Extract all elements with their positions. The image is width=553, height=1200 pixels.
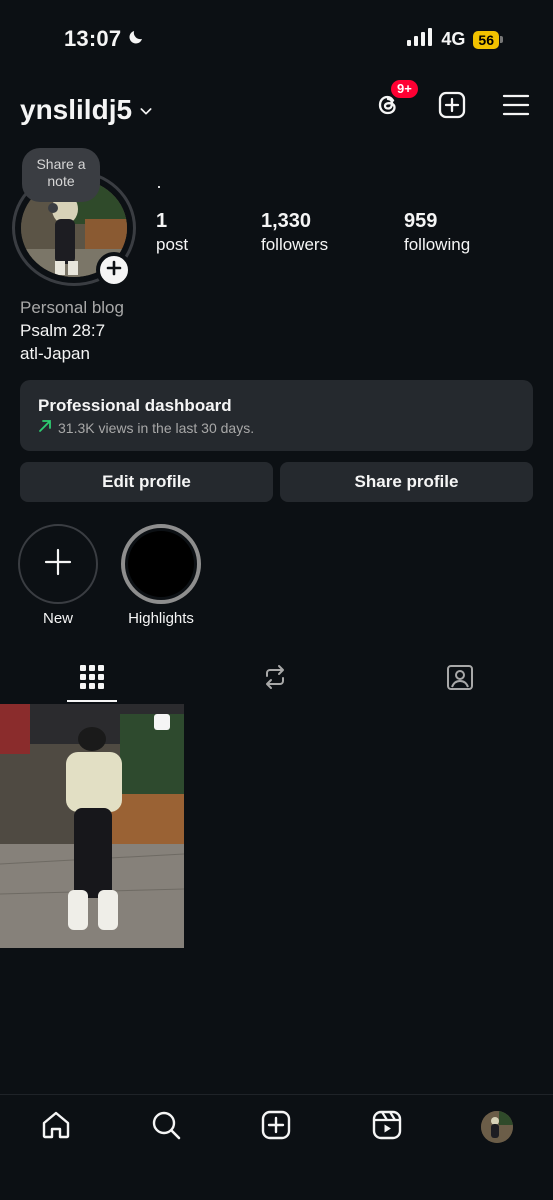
- nav-create[interactable]: [259, 1110, 293, 1144]
- bio-line: Psalm 28:7: [20, 321, 106, 340]
- status-time-text: 13:07: [64, 26, 122, 51]
- dashboard-subtitle: 31.3K views in the last 30 days.: [58, 419, 255, 436]
- grid-icon: [79, 664, 105, 695]
- username: ynslildj5: [20, 94, 133, 125]
- network-label: 4G: [441, 29, 466, 49]
- stat-posts[interactable]: 1 post: [156, 210, 188, 255]
- tab-grid[interactable]: [67, 658, 117, 700]
- battery-level: 56: [473, 30, 499, 49]
- highlight-item[interactable]: Highlights: [121, 524, 201, 627]
- nav-avatar: [481, 1111, 513, 1143]
- multi-post-icon: [154, 714, 170, 730]
- trend-up-icon: [38, 419, 52, 436]
- plus-icon: [106, 260, 122, 281]
- create-button[interactable]: [437, 91, 467, 124]
- highlight-new[interactable]: New: [18, 524, 98, 627]
- note-label: Share a note: [36, 156, 86, 189]
- username-switcher[interactable]: ynslildj5: [20, 94, 154, 126]
- home-icon: [40, 1109, 72, 1146]
- threads-badge: 9+: [391, 80, 418, 98]
- repost-icon: [262, 664, 288, 695]
- stat-following-label: following: [404, 235, 471, 254]
- nav-reels[interactable]: [370, 1110, 404, 1144]
- stat-following[interactable]: 959 following: [404, 210, 470, 255]
- nav-profile[interactable]: [480, 1110, 514, 1144]
- status-right: 4G 56: [407, 28, 503, 51]
- chevron-down-icon: [138, 94, 154, 126]
- tagged-person-icon: [446, 663, 474, 696]
- header-actions: 9+: [373, 80, 531, 124]
- share-note-bubble[interactable]: Share a note: [22, 148, 100, 202]
- nav-search[interactable]: [149, 1110, 183, 1144]
- tab-tagged[interactable]: [435, 658, 485, 700]
- moon-icon: [127, 26, 145, 52]
- signal-icon: [407, 28, 433, 51]
- menu-button[interactable]: [501, 92, 531, 122]
- note-bubble-tail: [48, 203, 58, 213]
- bio-category: Personal blog: [20, 298, 124, 317]
- plus-icon: [43, 547, 73, 582]
- add-story-button[interactable]: [96, 252, 132, 288]
- stat-followers[interactable]: 1,330 followers: [261, 210, 328, 255]
- post-photo: [0, 704, 184, 948]
- stat-following-value: 959: [404, 210, 438, 232]
- share-profile-button[interactable]: Share profile: [280, 462, 533, 502]
- stat-posts-label: post: [156, 235, 189, 254]
- edit-profile-button[interactable]: Edit profile: [20, 462, 273, 502]
- reels-icon: [372, 1110, 402, 1145]
- status-time: 13:07: [64, 26, 145, 52]
- post-thumbnail[interactable]: [0, 704, 184, 948]
- display-name: ·: [156, 176, 162, 196]
- tab-active-indicator: [67, 700, 117, 702]
- tab-reposts[interactable]: [250, 658, 300, 700]
- stat-followers-value: 1,330: [261, 210, 312, 232]
- search-icon: [150, 1109, 182, 1146]
- highlight-label: Highlights: [128, 610, 194, 627]
- highlight-cover: [128, 531, 194, 597]
- stat-posts-value: 1: [156, 210, 168, 232]
- highlight-label: New: [42, 610, 73, 627]
- battery-icon: 56: [473, 30, 503, 49]
- professional-dashboard[interactable]: Professional dashboard 31.3K views in th…: [20, 380, 533, 451]
- dashboard-title: Professional dashboard: [38, 396, 232, 415]
- hamburger-icon: [502, 93, 530, 122]
- plus-square-icon: [261, 1110, 291, 1145]
- plus-square-icon: [438, 91, 466, 124]
- bio-line: atl-Japan: [20, 344, 90, 363]
- stat-followers-label: followers: [261, 235, 329, 254]
- nav-home[interactable]: [39, 1110, 73, 1144]
- threads-button[interactable]: 9+: [373, 80, 418, 122]
